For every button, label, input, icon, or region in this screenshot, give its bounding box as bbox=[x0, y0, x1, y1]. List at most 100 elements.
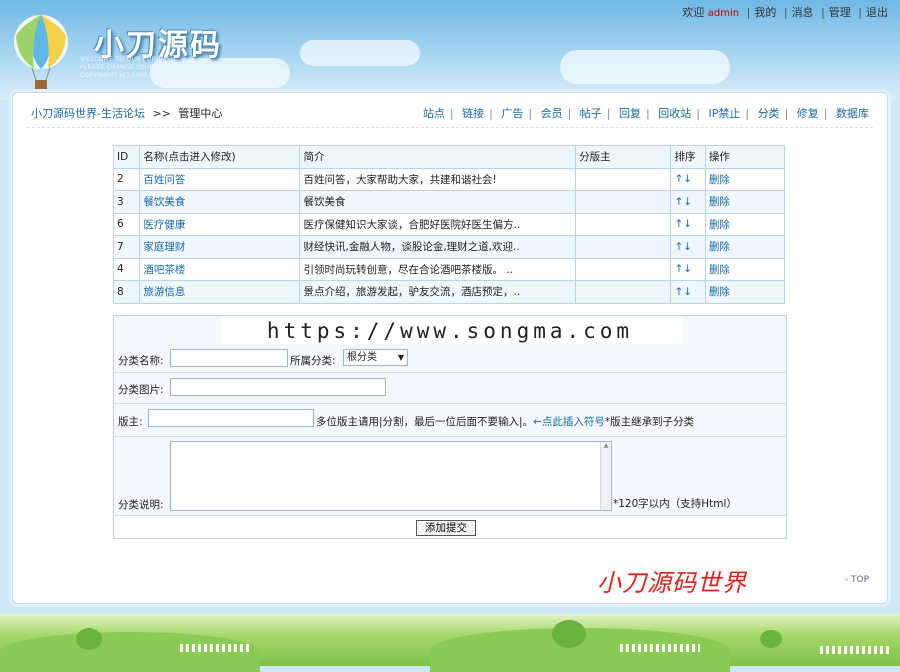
description-label: 分类说明: bbox=[118, 499, 164, 511]
form-row-submit: 添加提交 bbox=[114, 516, 786, 538]
messages-link[interactable]: 消息 bbox=[792, 6, 814, 19]
insert-separator-link[interactable]: ←点此插入符号 bbox=[533, 416, 605, 428]
cloud bbox=[560, 50, 730, 84]
column-header-moderator: 分版主 bbox=[575, 145, 672, 169]
delete-link[interactable]: 删除 bbox=[709, 241, 730, 253]
breadcrumb-current: 管理中心 bbox=[178, 107, 223, 120]
category-name-label: 分类名称: bbox=[118, 355, 164, 367]
logo-subline: PLEASE CHANGE YOUR SCREEN RESOLUTION TO … bbox=[80, 64, 273, 71]
nav-site[interactable]: 站点 bbox=[423, 107, 445, 120]
table-header-row: ID 名称(点击进入修改) 简介 分版主 排序 操作 bbox=[112, 145, 786, 169]
row-intro: 引领时尚玩转创意，尽在合论酒吧茶楼版。 .. bbox=[299, 257, 577, 281]
top-user-links: 欢迎 admin | 我的 | 消息 | 管理 | 退出 bbox=[682, 6, 888, 19]
add-category-form: https://www.songma.com 分类名称: 所属分类: 根分类 ▼… bbox=[113, 315, 787, 539]
moderator-hint: 多位版主请用|分割，最后一位后面不要输入|。←点此插入符号*版主继承到子分类 bbox=[316, 414, 694, 429]
delete-link[interactable]: 删除 bbox=[709, 286, 730, 298]
table-row: 7 家庭理财 财经快讯,金融人物，谈股论金,理财之道,欢迎.. ↑↓ 删除 bbox=[112, 235, 786, 259]
row-intro: 餐饮美食 bbox=[299, 190, 577, 214]
table-row: 6 医疗健康 医疗保健知识大家谈，合肥好医院好医生偏方.. ↑↓ 删除 bbox=[112, 212, 786, 236]
category-name-link[interactable]: 百姓问答 bbox=[143, 174, 185, 186]
category-name-link[interactable]: 餐饮美食 bbox=[143, 196, 185, 208]
nav-database[interactable]: 数据库 bbox=[836, 107, 869, 120]
parent-category-label: 所属分类: bbox=[290, 355, 336, 367]
column-header-sort: 排序 bbox=[670, 145, 706, 169]
my-link[interactable]: 我的 bbox=[754, 6, 776, 19]
parent-category-select[interactable]: 根分类 ▼ bbox=[343, 349, 408, 366]
moderator-hint-text: 多位版主请用|分割，最后一位后面不要输入|。 bbox=[316, 416, 534, 428]
nav-links[interactable]: 链接 bbox=[462, 107, 484, 120]
column-header-name: 名称(点击进入修改) bbox=[139, 145, 301, 169]
row-intro: 百姓问答，大家帮助大家，共建和谐社会! bbox=[299, 167, 577, 191]
row-intro: 财经快讯,金融人物，谈股论金,理财之道,欢迎.. bbox=[299, 235, 577, 259]
logout-link[interactable]: 退出 bbox=[866, 6, 888, 19]
nav-posts[interactable]: 帖子 bbox=[580, 107, 602, 120]
tree bbox=[76, 628, 102, 650]
delete-link[interactable]: 删除 bbox=[709, 196, 730, 208]
description-hint: *120字以内（支持Html） bbox=[613, 498, 737, 510]
row-id: 2 bbox=[112, 167, 141, 191]
category-image-input[interactable] bbox=[170, 378, 386, 396]
delete-link[interactable]: 删除 bbox=[709, 219, 730, 231]
submit-button[interactable]: 添加提交 bbox=[416, 520, 476, 536]
sort-arrows[interactable]: ↑↓ bbox=[674, 218, 692, 230]
breadcrumb-home-link[interactable]: 小刀源码世界-生活论坛 bbox=[31, 107, 145, 120]
delete-link[interactable]: 删除 bbox=[709, 264, 730, 276]
column-header-action: 操作 bbox=[704, 145, 786, 169]
divider bbox=[27, 127, 873, 128]
nav-ads[interactable]: 广告 bbox=[501, 107, 523, 120]
category-name-link[interactable]: 旅游信息 bbox=[143, 286, 185, 298]
nav-categories[interactable]: 分类 bbox=[758, 107, 780, 120]
nav-repair[interactable]: 修复 bbox=[797, 107, 819, 120]
nav-ip-ban[interactable]: IP禁止 bbox=[708, 107, 740, 120]
table-row: 2 百姓问答 百姓问答，大家帮助大家，共建和谐社会! ↑↓ 删除 bbox=[112, 167, 786, 191]
balloon-logo-icon bbox=[14, 15, 68, 89]
row-id: 4 bbox=[112, 257, 141, 281]
sort-arrows[interactable]: ↑↓ bbox=[674, 173, 692, 185]
delete-link[interactable]: 删除 bbox=[709, 174, 730, 186]
table-row: 4 酒吧茶楼 引领时尚玩转创意，尽在合论酒吧茶楼版。 .. ↑↓ 删除 bbox=[112, 257, 786, 281]
form-row-image: 分类图片: bbox=[114, 373, 786, 404]
category-name-link[interactable]: 医疗健康 bbox=[143, 219, 185, 231]
row-intro: 景点介绍，旅游发起，驴友交流，酒店预定，.. bbox=[299, 280, 577, 304]
sort-arrows[interactable]: ↑↓ bbox=[674, 263, 692, 275]
row-intro: 医疗保健知识大家谈，合肥好医院好医生偏方.. bbox=[299, 212, 577, 236]
category-name-link[interactable]: 家庭理财 bbox=[143, 241, 185, 253]
row-moderator bbox=[575, 257, 672, 281]
manage-link[interactable]: 管理 bbox=[829, 6, 851, 19]
row-moderator bbox=[575, 190, 672, 214]
sort-arrows[interactable]: ↑↓ bbox=[674, 286, 692, 298]
textarea-scrollbar[interactable]: ▲ bbox=[600, 442, 611, 510]
fence bbox=[180, 644, 250, 652]
sort-arrows[interactable]: ↑↓ bbox=[674, 241, 692, 253]
row-moderator bbox=[575, 280, 672, 304]
category-name-link[interactable]: 酒吧茶楼 bbox=[143, 264, 185, 276]
tree bbox=[760, 630, 782, 648]
form-row-description: 分类说明: ▲ *120字以内（支持Html） bbox=[114, 437, 786, 516]
nav-replies[interactable]: 回复 bbox=[619, 107, 641, 120]
form-row-moderator: 版主: 多位版主请用|分割，最后一位后面不要输入|。←点此插入符号*版主继承到子… bbox=[114, 404, 786, 437]
breadcrumb: 小刀源码世界-生活论坛 >> 管理中心 bbox=[31, 105, 222, 121]
category-image-label: 分类图片: bbox=[118, 384, 164, 396]
moderator-label: 版主: bbox=[118, 416, 143, 428]
form-row-name: https://www.songma.com 分类名称: 所属分类: 根分类 ▼ bbox=[114, 316, 786, 373]
row-moderator bbox=[575, 235, 672, 259]
back-to-top-link[interactable]: - TOP bbox=[845, 575, 869, 585]
row-id: 3 bbox=[112, 190, 141, 214]
row-id: 7 bbox=[112, 235, 141, 259]
row-id: 6 bbox=[112, 212, 141, 236]
logo-subline: WELCOME TO OUR FORUMS bbox=[80, 56, 171, 63]
table-row: 8 旅游信息 景点介绍，旅游发起，驴友交流，酒店预定，.. ↑↓ 删除 bbox=[112, 280, 786, 304]
row-id: 8 bbox=[112, 280, 141, 304]
tree bbox=[552, 620, 586, 648]
description-textarea[interactable]: ▲ bbox=[170, 441, 612, 511]
nav-members[interactable]: 会员 bbox=[541, 107, 563, 120]
sort-arrows[interactable]: ↑↓ bbox=[674, 196, 692, 208]
fence bbox=[620, 644, 700, 652]
category-table: ID 名称(点击进入修改) 简介 分版主 排序 操作 2 百姓问答 百姓问答，大… bbox=[112, 145, 786, 304]
category-name-input[interactable] bbox=[170, 349, 288, 367]
nav-recycle[interactable]: 回收站 bbox=[658, 107, 691, 120]
parent-category-value: 根分类 bbox=[347, 352, 377, 363]
cloud bbox=[300, 40, 420, 66]
watermark-text: https://www.songma.com bbox=[266, 319, 634, 343]
moderator-input[interactable] bbox=[148, 409, 314, 427]
